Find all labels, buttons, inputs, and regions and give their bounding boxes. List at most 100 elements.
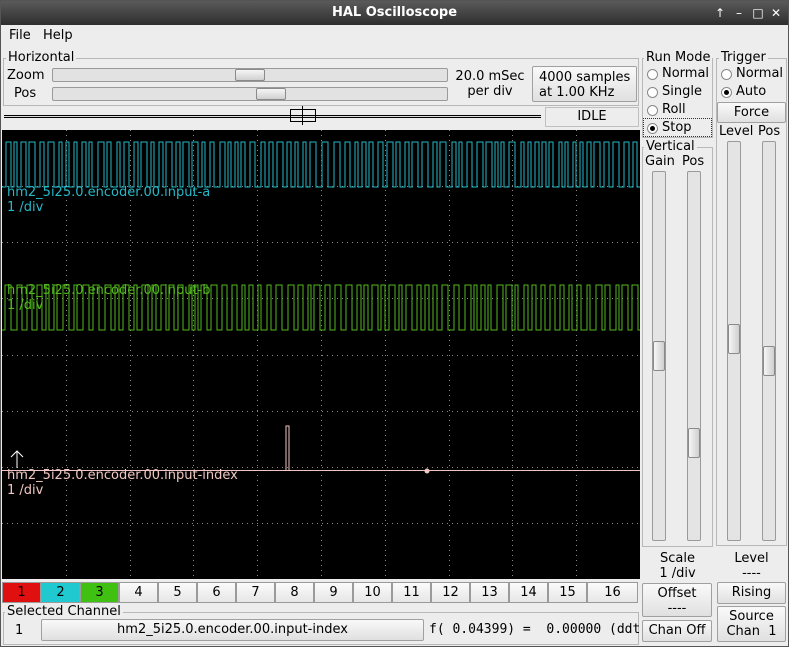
- trigger-level-readout: Level ----: [716, 551, 787, 581]
- record-window-marker[interactable]: [290, 109, 316, 122]
- menu-file[interactable]: File: [9, 28, 31, 43]
- scale-readout: Scale 1 /div: [642, 551, 713, 581]
- trigger-pos-label: Pos: [758, 124, 781, 139]
- scope-display[interactable]: hm2_5i25.0.encoder.00.input-a 1 /div hm2…: [2, 130, 640, 579]
- trigger-level-slider[interactable]: [727, 141, 741, 541]
- trigger-auto-label[interactable]: Auto: [736, 84, 766, 99]
- channel-button-11[interactable]: 11: [392, 582, 431, 603]
- trigger-level-title: Level: [734, 551, 769, 566]
- scale-title: Scale: [660, 551, 695, 566]
- run-single-label[interactable]: Single: [662, 84, 702, 99]
- channel-button-6[interactable]: 6: [197, 582, 236, 603]
- window-title: HAL Oscilloscope: [331, 5, 458, 20]
- channel-button-2[interactable]: 2: [41, 582, 80, 603]
- channel-button-14[interactable]: 14: [509, 582, 548, 603]
- gain-slider[interactable]: [652, 171, 666, 541]
- trace-b-scale: 1 /div: [7, 298, 44, 313]
- channel-button-7[interactable]: 7: [236, 582, 275, 603]
- run-normal-label[interactable]: Normal: [662, 66, 709, 81]
- run-stop-label[interactable]: Stop: [662, 120, 692, 135]
- run-mode-label: Run Mode: [644, 50, 713, 65]
- offset-value: ----: [667, 601, 687, 616]
- channel-button-8[interactable]: 8: [275, 582, 314, 603]
- vertical-label: Vertical: [644, 139, 697, 154]
- minimize-icon[interactable]: –: [730, 4, 748, 22]
- force-button[interactable]: Force: [717, 102, 786, 123]
- horizontal-pos-slider-handle[interactable]: [256, 88, 286, 100]
- horizontal-frame-label: Horizontal: [6, 50, 77, 65]
- samples-count: 4000 samples: [539, 70, 631, 85]
- selected-channel-number: 1: [15, 623, 24, 638]
- run-roll-radio[interactable]: [647, 105, 658, 116]
- channel-button-13[interactable]: 13: [470, 582, 509, 603]
- close-icon[interactable]: ✕: [767, 4, 785, 22]
- run-normal-radio[interactable]: [647, 69, 658, 80]
- time-per-div-unit: per div: [467, 84, 513, 99]
- trace-index-name: hm2_5i25.0.encoder.00.input-index: [7, 468, 238, 483]
- channel-button-1[interactable]: 1: [2, 582, 41, 603]
- trigger-arrow-icon: [10, 450, 24, 468]
- run-roll-label[interactable]: Roll: [662, 102, 686, 117]
- chan-off-button[interactable]: Chan Off: [642, 620, 712, 642]
- selected-channel-label: Selected Channel: [5, 604, 123, 619]
- maximize-icon[interactable]: □: [749, 4, 767, 22]
- run-stop-radio[interactable]: [647, 123, 658, 134]
- offset-button[interactable]: Offset ----: [642, 583, 712, 617]
- vertical-pos-slider[interactable]: [687, 171, 701, 541]
- channel-button-12[interactable]: 12: [431, 582, 470, 603]
- offset-title: Offset: [657, 586, 697, 601]
- menu-bar: File Help: [1, 25, 788, 47]
- time-per-div: 20.0 mSec per div: [453, 69, 527, 99]
- channel-button-9[interactable]: 9: [314, 582, 353, 603]
- trace-index-pulse: [285, 425, 290, 470]
- trigger-edge-button[interactable]: Rising: [717, 582, 786, 604]
- arrow-up-icon[interactable]: ↑: [711, 4, 729, 22]
- scale-value: 1 /div: [659, 566, 696, 581]
- pos-label: Pos: [14, 86, 37, 101]
- channel-button-16[interactable]: 16: [587, 582, 638, 603]
- trigger-normal-radio[interactable]: [721, 69, 732, 80]
- trigger-level-value: ----: [742, 566, 761, 581]
- channel-button-10[interactable]: 10: [353, 582, 392, 603]
- menu-help[interactable]: Help: [43, 28, 73, 43]
- trigger-auto-radio[interactable]: [721, 87, 732, 98]
- trace-b-label: hm2_5i25.0.encoder.00.input-b 1 /div: [7, 283, 211, 313]
- trace-b-name: hm2_5i25.0.encoder.00.input-b: [7, 283, 211, 298]
- status-indicator: IDLE: [545, 107, 639, 127]
- trigger-position-marker: [302, 106, 303, 125]
- zoom-slider[interactable]: [52, 68, 448, 82]
- sample-rate: at 1.00 KHz: [539, 85, 615, 100]
- selected-channel-readout: f( 0.04399) = 0.00000 (ddt: [429, 622, 639, 637]
- vertical-pos-label: Pos: [682, 154, 705, 169]
- trace-cursor-marker: [424, 468, 430, 474]
- trigger-source-title: Source: [729, 609, 774, 624]
- gain-slider-handle[interactable]: [653, 341, 665, 371]
- gain-label: Gain: [645, 154, 675, 169]
- trigger-source-channel: Chan 1: [726, 624, 777, 639]
- channel-button-5[interactable]: 5: [158, 582, 197, 603]
- trigger-level-label: Level: [719, 124, 754, 139]
- trigger-pos-slider-handle[interactable]: [763, 346, 775, 376]
- channel-button-15[interactable]: 15: [548, 582, 587, 603]
- trace-index-label: hm2_5i25.0.encoder.00.input-index 1 /div: [7, 468, 238, 498]
- trace-index-scale: 1 /div: [7, 483, 44, 498]
- samples-button[interactable]: 4000 samples at 1.00 KHz: [532, 66, 637, 102]
- zoom-label: Zoom: [7, 68, 45, 83]
- trace-a-label: hm2_5i25.0.encoder.00.input-a 1 /div: [7, 185, 210, 215]
- trigger-source-button[interactable]: Source Chan 1: [717, 606, 786, 642]
- record-position-bar[interactable]: [4, 115, 541, 118]
- trigger-level-slider-handle[interactable]: [728, 324, 740, 354]
- vertical-pos-slider-handle[interactable]: [688, 428, 700, 458]
- horizontal-pos-slider[interactable]: [52, 87, 448, 101]
- trigger-normal-label[interactable]: Normal: [736, 66, 783, 81]
- oscilloscope-window: HAL Oscilloscope ↑ – □ ✕ File Help Horiz…: [0, 0, 789, 647]
- selected-channel-name-button[interactable]: hm2_5i25.0.encoder.00.input-index: [41, 619, 424, 641]
- channel-button-4[interactable]: 4: [119, 582, 158, 603]
- trigger-pos-slider[interactable]: [762, 141, 776, 541]
- run-single-radio[interactable]: [647, 87, 658, 98]
- channel-button-3[interactable]: 3: [80, 582, 119, 603]
- title-bar: HAL Oscilloscope ↑ – □ ✕: [1, 1, 788, 25]
- trace-a-name: hm2_5i25.0.encoder.00.input-a: [7, 185, 211, 200]
- zoom-slider-handle[interactable]: [235, 69, 265, 81]
- trigger-label: Trigger: [719, 50, 768, 65]
